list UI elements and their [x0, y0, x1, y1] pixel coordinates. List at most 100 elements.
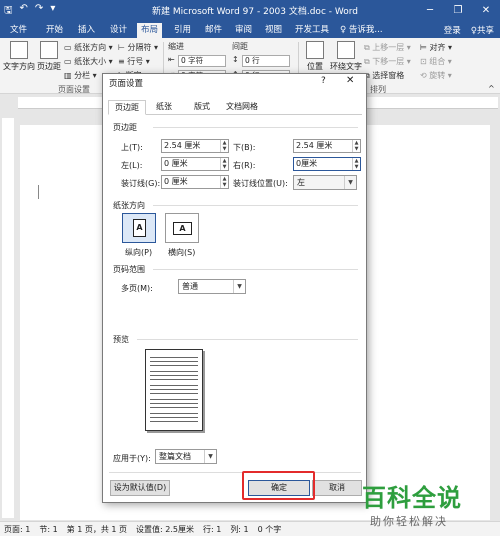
status-page: 页面: 1: [4, 525, 31, 534]
close-icon[interactable]: ✕: [472, 0, 500, 21]
spacing-before-input[interactable]: 0 行: [242, 55, 290, 67]
landscape-label: 横向(S): [168, 248, 196, 257]
group-button[interactable]: ⊡ 组合 ▾: [420, 56, 452, 67]
indent-left-icon: ⇤: [168, 55, 175, 64]
portrait-option[interactable]: A: [122, 213, 156, 243]
status-page-of[interactable]: 第 1 页，共 1 页: [67, 524, 127, 535]
spinner-arrows-icon[interactable]: ▲ ▼: [220, 140, 228, 152]
apply-to-select[interactable]: 整篇文档 ▼: [155, 449, 217, 464]
group-label-arrange: 排列: [370, 85, 386, 94]
spinner-arrows-icon[interactable]: ▲ ▼: [220, 176, 228, 188]
watermark-logo: 百科全说 助你轻松解决: [362, 478, 492, 528]
status-word-count[interactable]: 0 个字: [258, 524, 282, 535]
status-set-value: 设置值: 2.5厘米: [136, 525, 194, 534]
section-divider: [153, 127, 358, 128]
send-backward-button[interactable]: ⧉ 下移一层 ▾: [364, 56, 411, 67]
tab-developer[interactable]: 开发工具: [291, 23, 333, 38]
tab-document-grid[interactable]: 文档网格: [220, 100, 264, 115]
gutter-input[interactable]: 0 厘米 ▲ ▼: [161, 175, 229, 189]
portrait-label: 纵向(P): [125, 248, 153, 257]
margins-button[interactable]: 页边距: [36, 41, 62, 72]
tab-references[interactable]: 引用: [170, 23, 195, 38]
page-setup-dialog: 页面设置 ? ✕ 页边距 纸张 版式 文档网格 页边距 上(T): 2.54 厘…: [102, 73, 367, 503]
footer-divider: [109, 472, 361, 473]
undo-icon[interactable]: ↶: [20, 3, 28, 20]
chevron-down-icon: ▼: [204, 450, 216, 463]
apply-to-label: 应用于(Y):: [113, 454, 151, 463]
tab-file[interactable]: 文件: [6, 23, 31, 38]
watermark-line1: 百科全说: [362, 484, 462, 512]
tab-design[interactable]: 设计: [106, 23, 131, 38]
indent-left-input[interactable]: 0 字符: [178, 55, 226, 67]
orientation-button[interactable]: ▭ 纸张方向 ▾: [64, 42, 113, 53]
redo-icon[interactable]: ↷: [35, 3, 43, 20]
preview-page: [145, 349, 203, 431]
vertical-ruler[interactable]: [2, 118, 14, 518]
tab-review[interactable]: 审阅: [231, 23, 256, 38]
portrait-page-icon: A: [133, 219, 146, 237]
spinner-arrows-icon[interactable]: ▲ ▼: [352, 158, 360, 170]
tab-margins[interactable]: 页边距: [108, 100, 146, 115]
chevron-down-icon: ▼: [233, 280, 245, 293]
line-numbers-button[interactable]: ≡ 行号 ▾: [118, 56, 150, 67]
preview-section-title: 预览: [113, 335, 129, 344]
breaks-button[interactable]: ⊢ 分隔符 ▾: [118, 42, 158, 53]
gutter-position-select[interactable]: 左 ▼: [293, 175, 357, 190]
columns-button[interactable]: ▥ 分栏 ▾: [64, 70, 97, 81]
position-icon: [306, 41, 324, 59]
window-title: 新建 Microsoft Word 97 - 2003 文档.doc - Wor…: [152, 7, 358, 17]
landscape-option[interactable]: A: [165, 213, 199, 243]
bottom-margin-label: 下(B):: [233, 143, 256, 152]
close-icon[interactable]: ✕: [346, 75, 354, 86]
collapse-ribbon-icon[interactable]: ^: [488, 84, 495, 93]
ok-button-highlight: [242, 471, 315, 500]
tab-paper[interactable]: 纸张: [150, 100, 178, 115]
quick-access-toolbar: 🖫 ↶ ↷ ▾: [4, 3, 55, 20]
tab-insert[interactable]: 插入: [74, 23, 99, 38]
selection-pane-button[interactable]: ⧉ 选择窗格: [364, 70, 404, 81]
customize-icon[interactable]: ▾: [50, 3, 55, 20]
dialog-tabs: 页边距 纸张 版式 文档网格: [108, 100, 362, 115]
help-icon[interactable]: ?: [321, 76, 326, 86]
margins-section-title: 页边距: [113, 123, 137, 132]
minimize-icon[interactable]: ─: [416, 0, 444, 21]
share-button[interactable]: ♀共享: [471, 24, 494, 36]
bottom-margin-input[interactable]: 2.54 厘米 ▲ ▼: [293, 139, 361, 153]
orientation-section-title: 纸张方向: [113, 201, 145, 210]
tab-mailings[interactable]: 邮件: [201, 23, 226, 38]
spacing-before-icon: ↕: [232, 55, 239, 64]
restore-icon[interactable]: ❐: [444, 0, 472, 21]
indent-label: 缩进: [168, 42, 184, 51]
size-button[interactable]: ▭ 纸张大小 ▾: [64, 56, 113, 67]
save-icon[interactable]: 🖫: [4, 3, 13, 20]
login-link[interactable]: 登录: [444, 24, 461, 36]
align-button[interactable]: ⊨ 对齐 ▾: [420, 42, 452, 53]
gutter-label: 装订线(G):: [121, 179, 161, 188]
bring-forward-button[interactable]: ⧉ 上移一层 ▾: [364, 42, 411, 53]
top-margin-input[interactable]: 2.54 厘米 ▲ ▼: [161, 139, 229, 153]
multiple-pages-label: 多页(M):: [121, 284, 153, 293]
rotate-button[interactable]: ⟲ 旋转 ▾: [420, 70, 452, 81]
tab-layout[interactable]: 版式: [188, 100, 216, 115]
position-button[interactable]: 位置: [303, 41, 327, 72]
spinner-arrows-icon[interactable]: ▲ ▼: [352, 140, 360, 152]
group-label-page-setup: 页面设置: [58, 85, 90, 94]
right-margin-input[interactable]: 0厘米 ▲ ▼: [293, 157, 361, 171]
text-direction-button[interactable]: 文字方向: [2, 41, 36, 72]
window-controls: ─ ❐ ✕: [416, 0, 500, 21]
left-margin-label: 左(L):: [121, 161, 143, 170]
tab-home[interactable]: 开始: [42, 23, 67, 38]
dialog-title: 页面设置: [109, 79, 144, 89]
wrap-text-button[interactable]: 环绕文字: [329, 41, 363, 72]
tab-layout[interactable]: 布局: [137, 23, 163, 38]
cancel-button[interactable]: 取消: [312, 480, 362, 496]
tab-view[interactable]: 视图: [261, 23, 286, 38]
top-margin-label: 上(T):: [121, 143, 143, 152]
left-margin-input[interactable]: 0 厘米 ▲ ▼: [161, 157, 229, 171]
tell-me-search[interactable]: ♀ 告诉我...: [336, 23, 387, 38]
multiple-pages-select[interactable]: 普通 ▼: [178, 279, 246, 294]
spinner-arrows-icon[interactable]: ▲ ▼: [220, 158, 228, 170]
set-default-button[interactable]: 设为默认值(D): [110, 480, 170, 496]
margins-icon: [40, 41, 58, 59]
text-direction-icon: [10, 41, 28, 59]
